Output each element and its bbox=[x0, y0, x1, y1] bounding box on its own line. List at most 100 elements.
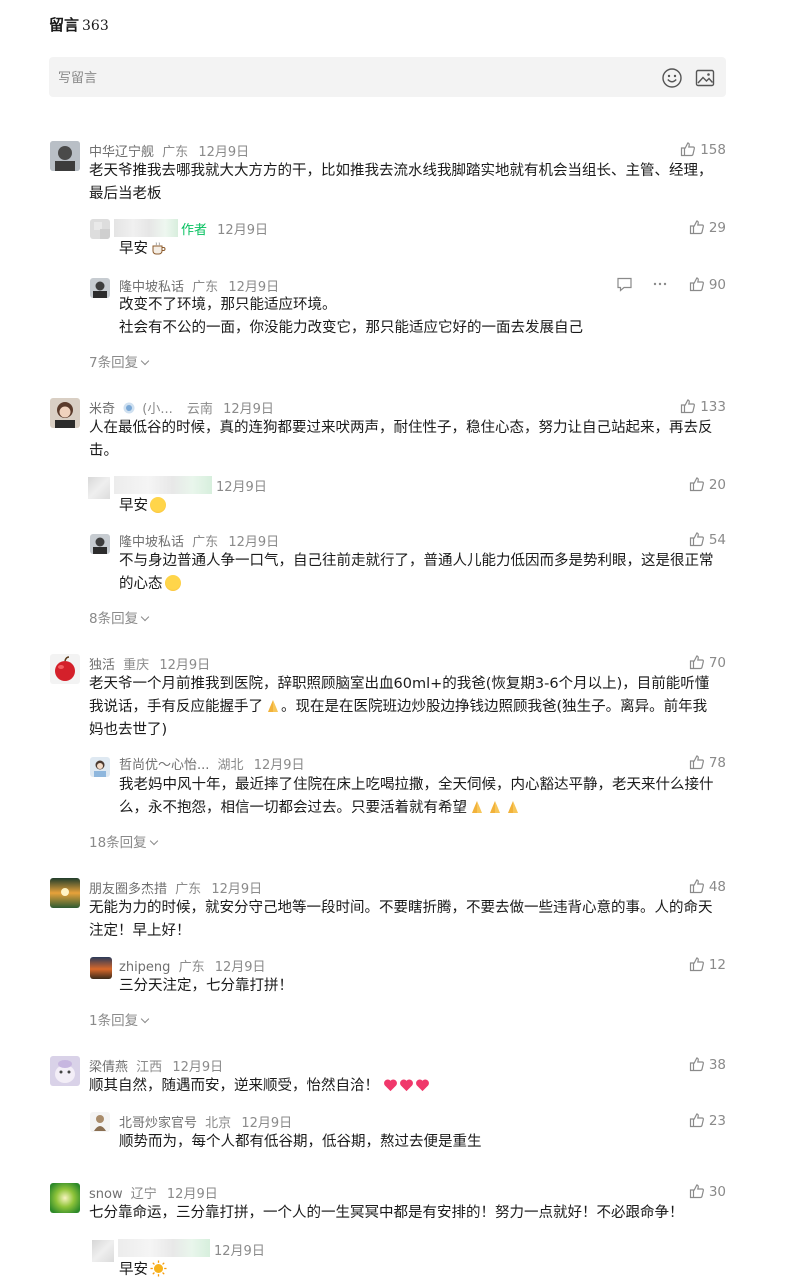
avatar[interactable] bbox=[50, 141, 80, 171]
pray-emoji-icon bbox=[472, 801, 482, 813]
like-button[interactable]: 78 bbox=[689, 754, 726, 771]
comment-date: 12月9日 bbox=[166, 1187, 218, 1202]
like-button[interactable]: 23 bbox=[689, 1112, 726, 1129]
like-button[interactable]: 158 bbox=[680, 141, 726, 158]
avatar[interactable] bbox=[90, 278, 110, 298]
avatar[interactable] bbox=[90, 534, 110, 554]
avatar[interactable] bbox=[50, 654, 80, 684]
like-count: 78 bbox=[708, 755, 726, 771]
reply-date: 12月9日 bbox=[228, 535, 280, 550]
comment-badge-text: (小... bbox=[142, 402, 173, 417]
reply-icon[interactable] bbox=[616, 276, 633, 292]
reply-text: 改变不了环境，那只能适应环境。 社会有不公的一面，你没能力改变它，那只能适应它好… bbox=[119, 294, 719, 340]
thumbs-up-icon bbox=[689, 879, 704, 894]
like-count: 23 bbox=[708, 1113, 726, 1129]
reply-line: 社会有不公的一面，你没能力改变它，那只能适应它好的一面去发展自己 bbox=[119, 320, 583, 336]
more-replies-link[interactable]: 8条回复 bbox=[89, 607, 148, 627]
replier-name[interactable]: 隆中坡私话 bbox=[119, 280, 184, 295]
like-count: 133 bbox=[700, 399, 726, 415]
reply-meta: 隆中坡私话 广东 12月9日 bbox=[119, 531, 279, 550]
avatar[interactable] bbox=[50, 1183, 80, 1213]
more-replies-link[interactable]: 1条回复 bbox=[89, 1009, 148, 1029]
coffee-emoji-icon bbox=[152, 242, 166, 255]
commenter-name[interactable]: 梁倩燕 bbox=[89, 1060, 128, 1075]
reply-meta: 哲尚优～心怡... 湖北 12月9日 bbox=[119, 754, 305, 773]
reply-date: 12月9日 bbox=[253, 758, 305, 773]
grin-emoji-icon bbox=[164, 575, 181, 591]
comment-composer[interactable] bbox=[49, 57, 726, 99]
commenter-name[interactable]: 独活 bbox=[89, 658, 115, 673]
like-count: 12 bbox=[708, 957, 726, 973]
comment-date: 12月9日 bbox=[198, 145, 250, 160]
comments-title: 留言 bbox=[49, 16, 80, 34]
thumbs-up-icon bbox=[681, 399, 696, 414]
commenter-name[interactable]: 朋友圈多杰措 bbox=[89, 882, 167, 897]
replier-name[interactable]: zhipeng bbox=[119, 960, 170, 975]
reply-location: 广东 bbox=[192, 535, 219, 550]
write-comment-input[interactable] bbox=[49, 57, 650, 99]
reply-location: 北京 bbox=[205, 1116, 232, 1131]
comment-text-part: 顺其自然，随遇而安，逆来顺受，怡然自洽！ bbox=[89, 1078, 379, 1094]
commenter-name[interactable]: snow bbox=[89, 1187, 123, 1202]
like-button[interactable]: 12 bbox=[689, 956, 726, 973]
emoji-icon[interactable] bbox=[661, 67, 683, 89]
reply-location: 广东 bbox=[192, 280, 219, 295]
commenter-name[interactable]: 中华辽宁舰 bbox=[89, 145, 154, 160]
like-button[interactable]: 29 bbox=[689, 219, 726, 236]
avatar[interactable] bbox=[50, 398, 80, 428]
more-options-icon[interactable] bbox=[652, 276, 668, 292]
like-count: 38 bbox=[708, 1057, 726, 1073]
like-button[interactable]: 48 bbox=[689, 878, 726, 895]
heart-emoji-icon bbox=[384, 1079, 397, 1092]
reply-line: 改变不了环境，那只能适应环境。 bbox=[119, 297, 337, 313]
thumbs-up-icon bbox=[689, 1057, 704, 1072]
like-button[interactable]: 90 bbox=[689, 276, 726, 293]
thumbs-up-icon bbox=[689, 220, 704, 235]
thumbs-up-icon bbox=[689, 1113, 704, 1128]
blurred-avatar bbox=[92, 1240, 114, 1262]
like-button[interactable]: 54 bbox=[689, 531, 726, 548]
pray-emoji-icon bbox=[508, 801, 518, 813]
replier-name[interactable]: 哲尚优～心怡... bbox=[119, 758, 209, 773]
like-button[interactable]: 70 bbox=[689, 654, 726, 671]
comments-count: 363 bbox=[82, 18, 109, 34]
thumbs-up-icon bbox=[689, 477, 704, 492]
reply-date: 12月9日 bbox=[214, 960, 266, 975]
thumbs-up-icon bbox=[689, 957, 704, 972]
comment-text: 顺其自然，随遇而安，逆来顺受，怡然自洽！ bbox=[89, 1075, 721, 1098]
avatar[interactable] bbox=[50, 878, 80, 908]
reply-meta: 12月9日 bbox=[214, 1240, 265, 1259]
replier-name[interactable]: 北哥炒家官号 bbox=[119, 1116, 197, 1131]
comment-location: 辽宁 bbox=[130, 1187, 157, 1202]
commenter-name[interactable]: 米奇 bbox=[89, 402, 115, 417]
reply-text-content: 我老妈中风十年，最近摔了住院在床上吃喝拉撒，全天伺候，内心豁达平静，老天来什么接… bbox=[119, 777, 714, 816]
replier-name[interactable]: 隆中坡私话 bbox=[119, 535, 184, 550]
thumbs-up-icon bbox=[689, 532, 704, 547]
like-button[interactable]: 38 bbox=[689, 1056, 726, 1073]
blurred-name bbox=[114, 219, 178, 237]
reply-date: 12月9日 bbox=[228, 280, 280, 295]
thumbs-up-icon bbox=[681, 142, 696, 157]
avatar[interactable] bbox=[90, 757, 110, 777]
comment-location: 重庆 bbox=[123, 658, 150, 673]
reply-text: 早安 bbox=[119, 1259, 167, 1282]
like-button[interactable]: 133 bbox=[680, 398, 726, 415]
reply-text: 早安 bbox=[119, 495, 166, 518]
image-icon[interactable] bbox=[694, 67, 716, 89]
avatar[interactable] bbox=[90, 219, 110, 239]
comment-meta: 米奇 (小... 云南 12月9日 bbox=[89, 398, 274, 417]
like-button[interactable]: 20 bbox=[689, 476, 726, 493]
more-replies-link[interactable]: 7条回复 bbox=[89, 351, 148, 371]
heart-emoji-icon bbox=[400, 1079, 413, 1092]
avatar[interactable] bbox=[90, 957, 112, 979]
more-replies-link[interactable]: 18条回复 bbox=[89, 831, 157, 851]
verified-badge-icon bbox=[123, 402, 135, 414]
reply-date: 12月9日 bbox=[216, 480, 267, 495]
reply-meta: 作者 12月9日 bbox=[181, 219, 268, 238]
avatar[interactable] bbox=[90, 1112, 110, 1132]
like-button[interactable]: 30 bbox=[689, 1183, 726, 1200]
comment-location: 云南 bbox=[186, 402, 213, 417]
comment-meta: 朋友圈多杰措 广东 12月9日 bbox=[89, 878, 262, 897]
avatar[interactable] bbox=[50, 1056, 80, 1086]
blurred-avatar bbox=[88, 477, 110, 499]
